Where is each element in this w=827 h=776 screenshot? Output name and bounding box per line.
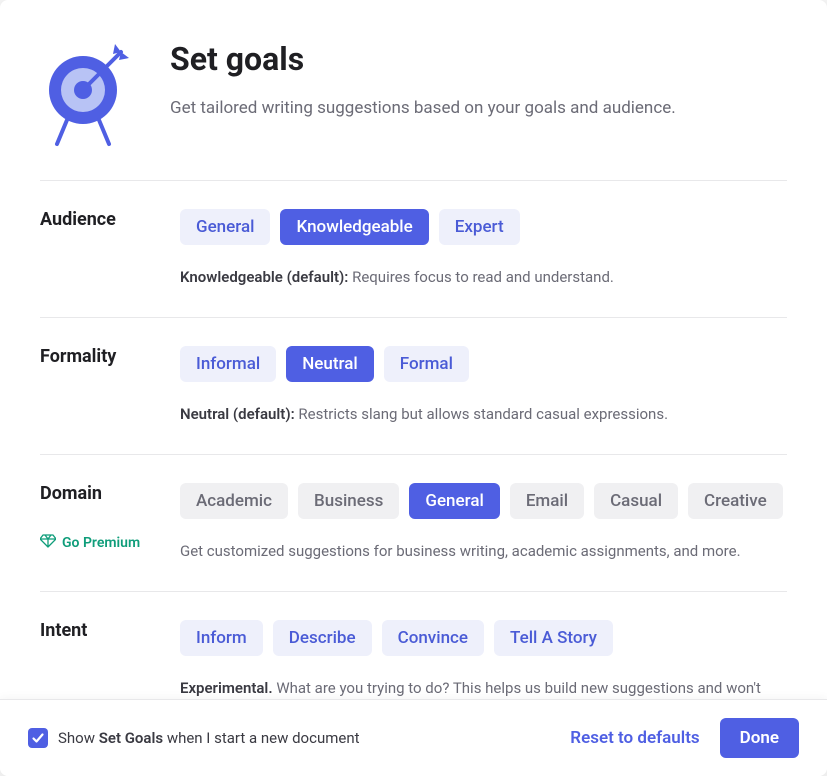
scroll-area[interactable]: Set goals Get tailored writing suggestio… [0,0,827,699]
footer: Show Set Goals when I start a new docume… [0,699,827,776]
done-button[interactable]: Done [720,718,799,758]
audience-option-general[interactable]: General [180,209,270,245]
domain-label: Domain [40,483,180,504]
intent-option-describe[interactable]: Describe [273,620,372,656]
intent-option-convince[interactable]: Convince [382,620,484,656]
goals-modal: Set goals Get tailored writing suggestio… [0,0,827,776]
diamond-icon [40,534,56,552]
domain-option-academic[interactable]: Academic [180,483,288,519]
audience-description: Knowledgeable (default): Requires focus … [180,265,787,289]
domain-description: Get customized suggestions for business … [180,539,787,563]
target-icon [40,40,140,150]
go-premium-link[interactable]: Go Premium [40,534,180,552]
formality-options: Informal Neutral Formal [180,346,787,382]
intent-option-inform[interactable]: Inform [180,620,263,656]
domain-option-general[interactable]: General [409,483,499,519]
intent-option-tell-a-story[interactable]: Tell A Story [494,620,613,656]
section-formality: Formality Informal Neutral Formal Neutra… [40,318,787,455]
audience-option-expert[interactable]: Expert [439,209,520,245]
domain-option-email[interactable]: Email [510,483,584,519]
section-intent: Intent Inform Describe Convince Tell A S… [40,592,787,699]
formality-description: Neutral (default): Restricts slang but a… [180,402,787,426]
formality-label: Formality [40,346,180,367]
domain-options: Academic Business General Email Casual C… [180,483,787,519]
reset-defaults-link[interactable]: Reset to defaults [570,728,699,748]
intent-description: Experimental. What are you trying to do?… [180,676,787,699]
show-on-start-label: Show Set Goals when I start a new docume… [58,729,360,747]
intent-label: Intent [40,620,180,641]
header: Set goals Get tailored writing suggestio… [40,40,787,181]
domain-option-creative[interactable]: Creative [688,483,783,519]
modal-subtitle: Get tailored writing suggestions based o… [170,96,787,122]
section-domain: Domain Go Premium Academic Business Gene… [40,455,787,592]
show-on-start-checkbox[interactable] [28,728,48,748]
domain-option-casual[interactable]: Casual [594,483,678,519]
section-audience: Audience General Knowledgeable Expert Kn… [40,181,787,318]
formality-option-formal[interactable]: Formal [384,346,469,382]
audience-label: Audience [40,209,180,230]
audience-options: General Knowledgeable Expert [180,209,787,245]
domain-option-business[interactable]: Business [298,483,399,519]
premium-label: Go Premium [62,535,140,551]
formality-option-neutral[interactable]: Neutral [286,346,374,382]
formality-option-informal[interactable]: Informal [180,346,276,382]
intent-options: Inform Describe Convince Tell A Story [180,620,787,656]
modal-title: Set goals [170,40,787,78]
audience-option-knowledgeable[interactable]: Knowledgeable [280,209,428,245]
